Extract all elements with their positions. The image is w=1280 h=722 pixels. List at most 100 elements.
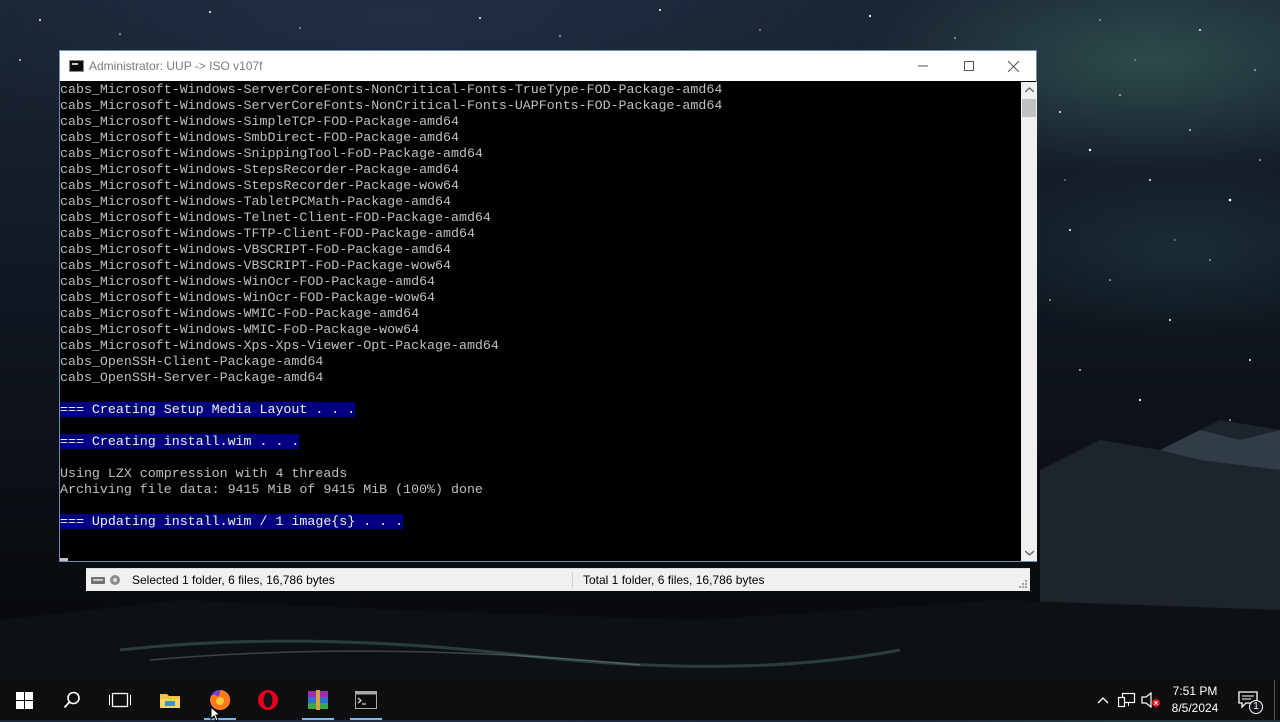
scrollbar-thumb[interactable] <box>1022 99 1036 117</box>
console-line: cabs_Microsoft-Windows-TabletPCMath-Pack… <box>60 194 1021 210</box>
task-view-icon <box>109 692 131 708</box>
network-button[interactable] <box>1116 680 1138 720</box>
title-bar[interactable]: Administrator: UUP -> ISO v107f <box>60 51 1036 81</box>
vertical-scrollbar[interactable] <box>1021 82 1037 561</box>
winrar-icon <box>308 690 328 710</box>
show-desktop-button[interactable] <box>1274 680 1275 720</box>
clock-time: 7:51 PM <box>1172 684 1218 698</box>
maximize-icon <box>964 61 974 71</box>
chevron-down-icon <box>1024 550 1034 556</box>
command-prompt-window[interactable]: Administrator: UUP -> ISO v107f cabs_Mic… <box>59 50 1037 562</box>
console-line-text: cabs_Microsoft-Windows-StepsRecorder-Pac… <box>60 178 459 193</box>
command-prompt-button[interactable] <box>342 680 390 720</box>
console-line-text: cabs_OpenSSH-Server-Package-amd64 <box>60 370 324 385</box>
resize-grip-icon[interactable] <box>1018 579 1028 589</box>
console-line: === Updating install.wim / 1 image{s} . … <box>60 514 1021 530</box>
console-line: cabs_OpenSSH-Server-Package-amd64 <box>60 370 1021 386</box>
console-line-text: cabs_Microsoft-Windows-WMIC-FoD-Package-… <box>60 306 420 321</box>
console-line-text: Archiving file data: 9415 MiB of 9415 Mi… <box>60 482 483 497</box>
opera-button[interactable] <box>244 680 292 720</box>
console-line: cabs_Microsoft-Windows-Xps-Xps-Viewer-Op… <box>60 338 1021 354</box>
console-line-text: cabs_Microsoft-Windows-ServerCoreFonts-N… <box>60 82 723 97</box>
console-line-text: cabs_Microsoft-Windows-TFTP-Client-FOD-P… <box>60 226 475 241</box>
close-icon <box>1007 60 1019 72</box>
selected-status-text: Selected 1 folder, 6 files, 16,786 bytes <box>132 573 335 587</box>
explorer-status-bar: Selected 1 folder, 6 files, 16,786 bytes… <box>86 568 1030 591</box>
console-section-header: === Creating install.wim . . . <box>60 434 300 449</box>
console-line-text: cabs_Microsoft-Windows-WinOcr-FOD-Packag… <box>60 274 436 289</box>
console-line-text: cabs_Microsoft-Windows-SnippingTool-FoD-… <box>60 146 483 161</box>
action-center-button[interactable]: 1 <box>1234 680 1263 720</box>
console-line-text: cabs_Microsoft-Windows-StepsRecorder-Pac… <box>60 162 459 177</box>
close-button[interactable] <box>990 51 1036 81</box>
file-explorer-icon <box>160 694 180 708</box>
taskbar-clock[interactable]: 7:51 PM 8/5/2024 <box>1160 683 1230 717</box>
console-line: cabs_Microsoft-Windows-VBSCRIPT-FoD-Pack… <box>60 258 1021 274</box>
console-line: === Creating Setup Media Layout . . . <box>60 402 1021 418</box>
text-cursor <box>60 558 68 561</box>
opera-icon <box>258 690 278 710</box>
console-line-text: cabs_Microsoft-Windows-Telnet-Client-FOD… <box>60 210 491 225</box>
console-section-header: === Creating Setup Media Layout . . . <box>60 402 356 417</box>
console-line: cabs_Microsoft-Windows-WinOcr-FOD-Packag… <box>60 290 1021 306</box>
console-line: cabs_Microsoft-Windows-Telnet-Client-FOD… <box>60 210 1021 226</box>
search-button[interactable] <box>48 680 96 720</box>
command-prompt-icon <box>355 691 377 709</box>
console-line: cabs_Microsoft-Windows-WinOcr-FOD-Packag… <box>60 274 1021 290</box>
console-line: cabs_Microsoft-Windows-ServerCoreFonts-N… <box>60 98 1021 114</box>
clock-date: 8/5/2024 <box>1171 701 1219 715</box>
console-line: cabs_Microsoft-Windows-ServerCoreFonts-N… <box>60 82 1021 98</box>
console-line: === Creating install.wim . . . <box>60 434 1021 450</box>
scroll-down-button[interactable] <box>1021 545 1037 561</box>
chevron-up-icon <box>1097 697 1109 704</box>
scroll-up-button[interactable] <box>1021 82 1037 98</box>
console-line-text: cabs_Microsoft-Windows-Xps-Xps-Viewer-Op… <box>60 338 499 353</box>
volume-button[interactable] <box>1140 680 1162 720</box>
volume-muted-icon <box>1141 692 1160 708</box>
console-line: Archiving file data: 9415 MiB of 9415 Mi… <box>60 482 1021 498</box>
console-output[interactable]: cabs_Microsoft-Windows-ServerCoreFonts-N… <box>60 82 1021 561</box>
console-line: cabs_Microsoft-Windows-SnippingTool-FoD-… <box>60 146 1021 162</box>
status-divider <box>572 572 573 588</box>
show-hidden-icons-button[interactable] <box>1093 680 1113 720</box>
console-line-text: cabs_Microsoft-Windows-WMIC-FoD-Package-… <box>60 322 420 337</box>
console-line-text: cabs_Microsoft-Windows-ServerCoreFonts-N… <box>60 98 723 113</box>
total-status-text: Total 1 folder, 6 files, 16,786 bytes <box>583 573 765 587</box>
console-line: cabs_Microsoft-Windows-StepsRecorder-Pac… <box>60 162 1021 178</box>
network-icon <box>1118 692 1136 708</box>
console-line: cabs_OpenSSH-Client-Package-amd64 <box>60 354 1021 370</box>
console-line: cabs_Microsoft-Windows-WMIC-FoD-Package-… <box>60 306 1021 322</box>
console-line: cabs_Microsoft-Windows-SmbDirect-FOD-Pac… <box>60 130 1021 146</box>
console-line-text: cabs_Microsoft-Windows-VBSCRIPT-FoD-Pack… <box>60 258 451 273</box>
console-line: cabs_Microsoft-Windows-VBSCRIPT-FoD-Pack… <box>60 242 1021 258</box>
file-explorer-button[interactable] <box>146 680 194 720</box>
chevron-up-icon <box>1024 87 1034 93</box>
console-line: cabs_Microsoft-Windows-WMIC-FoD-Package-… <box>60 322 1021 338</box>
console-line-text: cabs_OpenSSH-Client-Package-amd64 <box>60 354 324 369</box>
notification-count-badge: 1 <box>1249 700 1263 714</box>
winrar-button[interactable] <box>294 680 342 720</box>
console-line: cabs_Microsoft-Windows-StepsRecorder-Pac… <box>60 178 1021 194</box>
start-icon <box>15 691 33 709</box>
console-line-text: cabs_Microsoft-Windows-SimpleTCP-FOD-Pac… <box>60 114 459 129</box>
search-icon <box>63 691 80 709</box>
console-line-text: cabs_Microsoft-Windows-TabletPCMath-Pack… <box>60 194 451 209</box>
maximize-button[interactable] <box>946 51 992 81</box>
console-icon[interactable] <box>69 60 84 72</box>
console-line-text: Using LZX compression with 4 threads <box>60 466 348 481</box>
console-line: Using LZX compression with 4 threads <box>60 466 1021 482</box>
console-section-header: === Updating install.wim / 1 image{s} . … <box>60 514 404 529</box>
window-title: Administrator: UUP -> ISO v107f <box>89 59 263 73</box>
minimize-icon <box>918 65 928 67</box>
console-line-text: cabs_Microsoft-Windows-WinOcr-FOD-Packag… <box>60 290 436 305</box>
console-line-text: cabs_Microsoft-Windows-VBSCRIPT-FoD-Pack… <box>60 242 451 257</box>
minimize-button[interactable] <box>900 51 946 81</box>
start-button[interactable] <box>0 680 48 720</box>
drive-icon <box>91 575 120 585</box>
console-line: cabs_Microsoft-Windows-TFTP-Client-FOD-P… <box>60 226 1021 242</box>
task-view-button[interactable] <box>96 680 144 720</box>
